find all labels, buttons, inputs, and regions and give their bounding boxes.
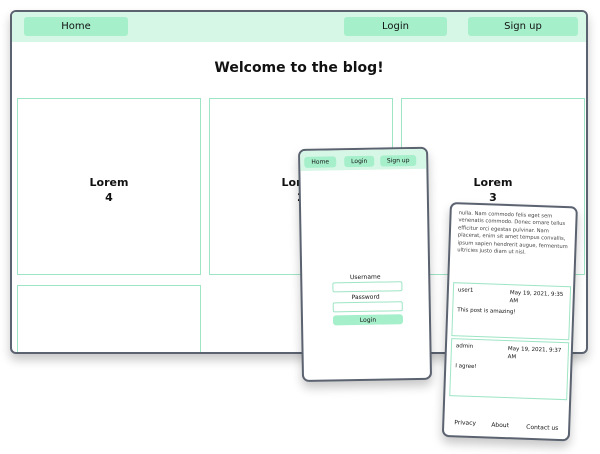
page-title: Welcome to the blog! bbox=[214, 60, 384, 76]
post-body-text: nulla. Nam commodo felis eget sem venena… bbox=[457, 210, 568, 256]
comment-user: admin bbox=[455, 343, 474, 350]
username-field[interactable] bbox=[332, 281, 403, 293]
comment-card: user1 May 19, 2021, 9:35 AM This post is… bbox=[451, 282, 572, 341]
post-card-title: Lorem bbox=[473, 176, 513, 189]
comment-card: admin May 19, 2021, 9:37 AM I agree! bbox=[449, 338, 570, 401]
mobile-nav-home-label: Home bbox=[311, 158, 330, 166]
nav-login-label: Login bbox=[382, 21, 409, 32]
username-label: Username bbox=[349, 273, 381, 282]
comment-date: May 19, 2021, 9:35 AM bbox=[509, 290, 564, 305]
footer-about-link[interactable]: About bbox=[491, 422, 509, 430]
nav-login-button[interactable]: Login bbox=[344, 17, 447, 36]
mobile-nav-home-button[interactable]: Home bbox=[304, 156, 337, 168]
footer-contact-link[interactable]: Contact us bbox=[526, 424, 558, 432]
post-card[interactable] bbox=[17, 285, 201, 352]
mobile-login-window: Home Login Sign up Username Password Log… bbox=[298, 146, 433, 382]
mobile-nav-signup-label: Sign up bbox=[386, 157, 410, 165]
login-button-label: Login bbox=[359, 316, 377, 324]
post-card-number: 4 bbox=[105, 191, 113, 204]
comment-date: May 19, 2021, 9:37 AM bbox=[507, 346, 562, 361]
login-button[interactable]: Login bbox=[332, 314, 404, 326]
footer-privacy-link[interactable]: Privacy bbox=[454, 419, 476, 427]
comment-user: user1 bbox=[457, 287, 474, 294]
mobile-nav-login-label: Login bbox=[351, 157, 368, 166]
mobile-post-window: nulla. Nam commodo felis eget sem venena… bbox=[441, 202, 578, 442]
post-card[interactable]: Lorem 4 bbox=[17, 98, 201, 275]
mobile-nav-login-button[interactable]: Login bbox=[344, 155, 375, 168]
password-label: Password bbox=[351, 293, 380, 302]
nav-signup-button[interactable]: Sign up bbox=[468, 17, 578, 36]
nav-signup-label: Sign up bbox=[504, 21, 542, 32]
nav-home-label: Home bbox=[61, 21, 91, 32]
nav-home-button[interactable]: Home bbox=[24, 17, 128, 36]
post-card-title: Lorem bbox=[89, 176, 129, 189]
password-field[interactable] bbox=[332, 301, 403, 313]
comment-text: This post is amazing! bbox=[457, 307, 516, 316]
mobile-nav-signup-button[interactable]: Sign up bbox=[380, 154, 417, 167]
comment-text: I agree! bbox=[455, 363, 477, 371]
